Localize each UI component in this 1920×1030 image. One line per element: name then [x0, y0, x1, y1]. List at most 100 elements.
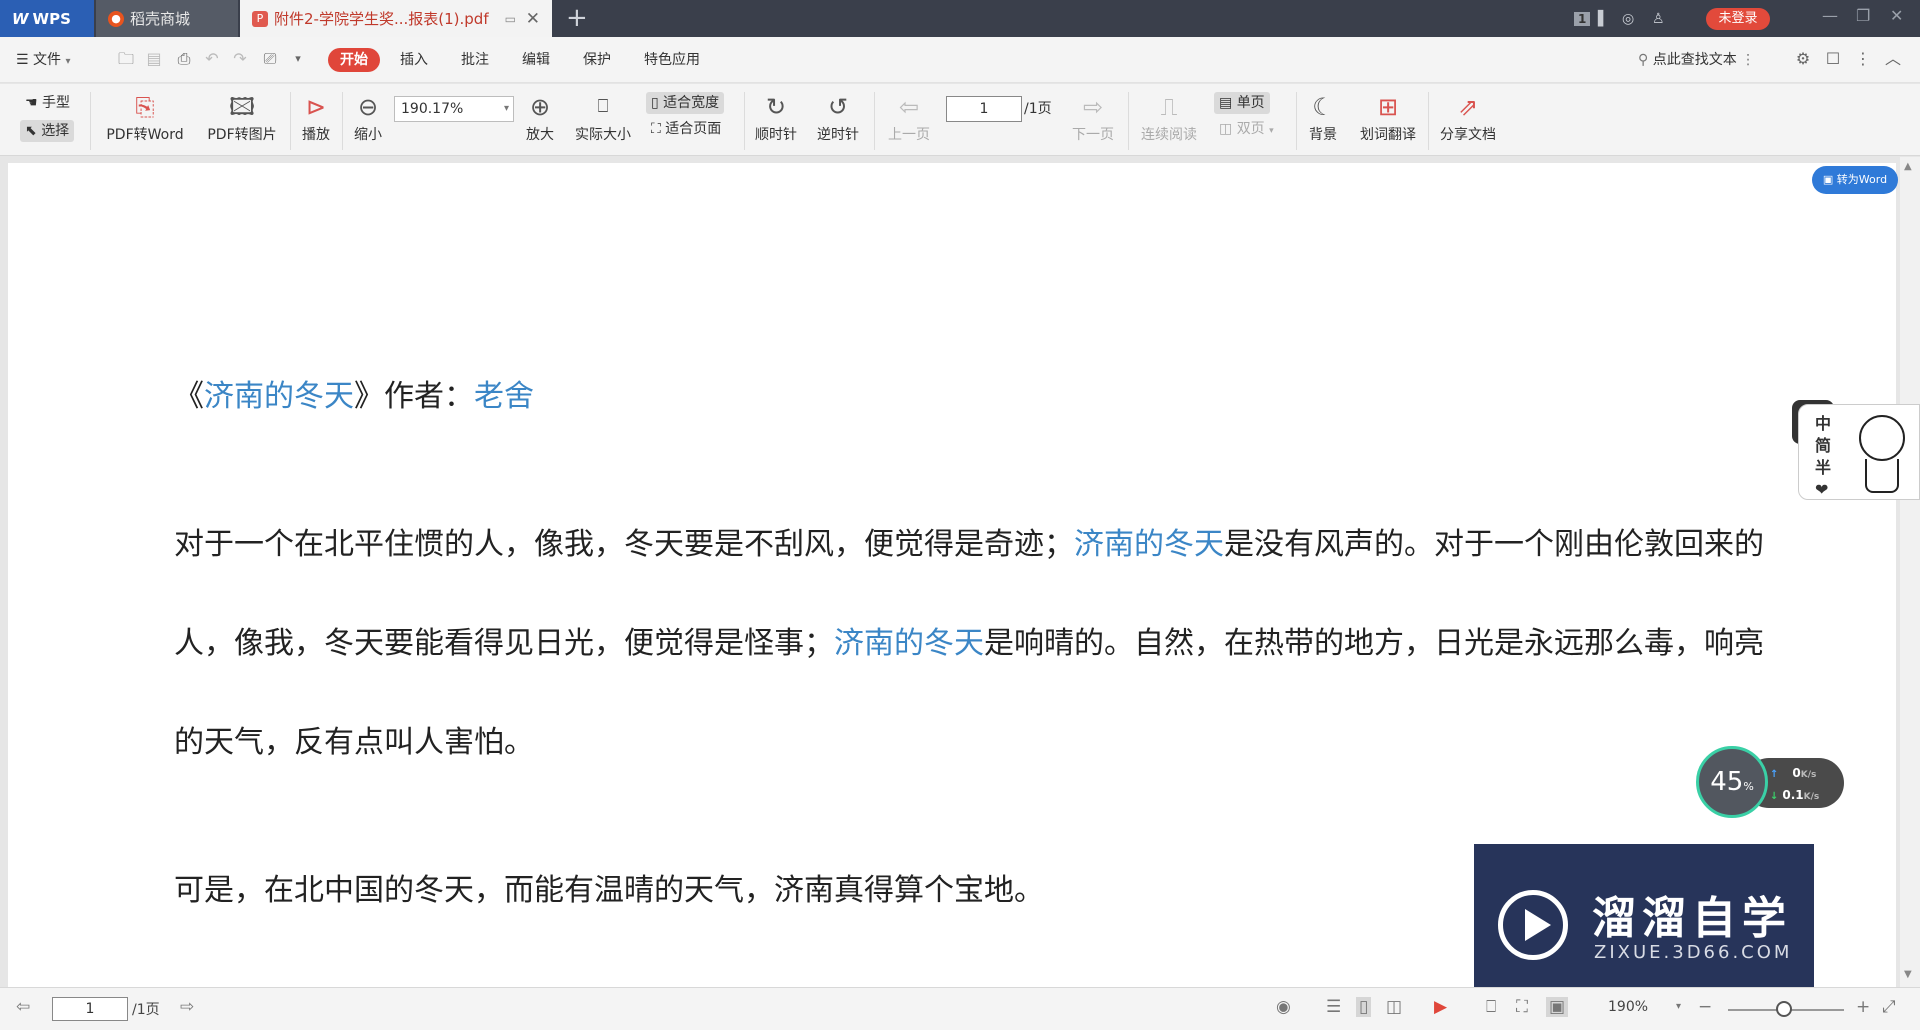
next-page-arrow-icon[interactable]: ⇨: [180, 997, 194, 1017]
tab-wps-home[interactable]: W WPS: [0, 0, 94, 37]
zoom-in-button[interactable]: ⊕ 放大: [520, 90, 560, 144]
tab-bar: W WPS ● 稻壳商城 P 附件2-学院学生奖...报表(1).pdf ▭ ✕…: [0, 0, 1920, 37]
pdf-to-word-button[interactable]: ⎘ PDF转Word: [102, 90, 188, 144]
fit-width-button[interactable]: ▯ 适合宽度: [646, 92, 725, 114]
upload-speed: ↑ 0K/s: [1770, 766, 1817, 780]
ime-status-widget[interactable]: 中 简 半 ❤: [1798, 404, 1920, 500]
menu-tab-insert[interactable]: 插入: [400, 48, 428, 72]
zoom-level-select[interactable]: 190.17% ▾: [394, 96, 514, 122]
export-icon[interactable]: ⎚: [260, 49, 280, 69]
fit-page-status-icon[interactable]: ⛶: [1516, 997, 1528, 1017]
double-page-button[interactable]: ◫ 双页 ▾: [1214, 118, 1279, 140]
zoom-slider-knob[interactable]: [1776, 1001, 1792, 1017]
collapse-ribbon-icon[interactable]: ︿: [1883, 49, 1903, 69]
share-document-button[interactable]: ⇗ 分享文档: [1436, 90, 1500, 144]
continuous-pages-icon: ⎍: [1160, 93, 1178, 121]
share-icon: ⇗: [1457, 93, 1479, 121]
background-button[interactable]: ☾ 背景: [1300, 90, 1346, 144]
shirt-icon[interactable]: ♙: [1652, 0, 1665, 37]
status-page-input[interactable]: 1: [52, 997, 128, 1021]
fullscreen-icon[interactable]: ⤢: [1882, 997, 1896, 1017]
network-speed-widget[interactable]: 45% ↑ 0K/s ↓ 0.1K/s: [1696, 746, 1844, 818]
continuous-view-icon[interactable]: ☰: [1326, 997, 1341, 1017]
next-page-button[interactable]: ⇨ 下一页: [1068, 90, 1118, 144]
find-text-button[interactable]: ⚲ 点此查找文本 ⋮: [1638, 48, 1755, 72]
title-link[interactable]: 济南的冬天: [204, 379, 354, 414]
rotate-clockwise-button[interactable]: ↻ 顺时针: [750, 90, 802, 144]
paragraph-line: 可是，在北中国的冬天，而能有温晴的天气，济南真得算个宝地。: [174, 873, 1044, 908]
close-window-icon[interactable]: ✕: [1890, 6, 1903, 25]
new-tab-button[interactable]: +: [566, 4, 588, 32]
tab-docer-mall[interactable]: ● 稻壳商城: [96, 0, 238, 37]
actual-size-button[interactable]: ⎕ 实际大小: [568, 90, 638, 144]
cartoon-avatar-icon: [1859, 415, 1905, 461]
menu-tab-features[interactable]: 特色应用: [644, 48, 700, 72]
rotate-cw-icon: ↻: [765, 93, 787, 121]
menu-tab-start[interactable]: 开始: [328, 48, 380, 72]
monitor-icon[interactable]: ▭: [505, 12, 516, 26]
fit-width-status-icon[interactable]: ▣: [1546, 997, 1569, 1017]
arrow-up-icon: ↑: [1770, 769, 1779, 780]
rotate-counterclockwise-button[interactable]: ↺ 逆时针: [812, 90, 864, 144]
author-link[interactable]: 老舍: [474, 379, 534, 414]
play-button[interactable]: ⊳ 播放: [296, 90, 336, 144]
restore-icon[interactable]: ❐: [1856, 6, 1870, 25]
open-folder-icon[interactable]: 🗀: [116, 49, 136, 69]
vertical-scrollbar[interactable]: ▲ ▼: [1900, 157, 1920, 987]
double-page-icon: ◫: [1219, 121, 1233, 137]
menu-tab-annotate[interactable]: 批注: [461, 48, 489, 72]
save-icon[interactable]: ▤: [144, 49, 164, 69]
menu-tab-edit[interactable]: 编辑: [522, 48, 550, 72]
actual-size-status-icon[interactable]: ⎕: [1486, 997, 1496, 1017]
select-tool-button[interactable]: ⬉ 选择: [20, 120, 75, 142]
ribbon-divider: [342, 92, 343, 150]
page-number-input[interactable]: 1: [946, 96, 1022, 122]
minimize-icon[interactable]: —: [1822, 6, 1838, 25]
continuous-reading-button[interactable]: ⎍ 连续阅读: [1136, 90, 1202, 144]
file-menu[interactable]: ☰ 文件 ▾: [16, 48, 71, 72]
fit-page-button[interactable]: ⛶ 适合页面: [646, 118, 726, 140]
print-icon[interactable]: ⎙: [174, 49, 194, 69]
comment-icon[interactable]: ☐: [1823, 49, 1843, 69]
play-logo-icon: [1498, 890, 1568, 960]
close-tab-icon[interactable]: ✕: [526, 9, 540, 29]
watermark-logo: 溜溜自学 ZIXUE.3D66.COM: [1474, 844, 1814, 1004]
hand-tool-button[interactable]: ☚ 手型: [20, 92, 75, 114]
eye-protection-icon[interactable]: ◉: [1276, 997, 1291, 1017]
hamburger-icon: ☰: [16, 52, 34, 68]
word-translate-button[interactable]: ⊞ 划词翻译: [1356, 90, 1420, 144]
skin-icon[interactable]: ◎: [1622, 0, 1634, 37]
double-view-icon[interactable]: ◫: [1386, 997, 1402, 1017]
window-count-badge[interactable]: 1 ▐: [1574, 0, 1603, 37]
login-button[interactable]: 未登录: [1706, 8, 1770, 30]
play-slideshow-icon[interactable]: ▶: [1434, 997, 1447, 1017]
prev-page-button[interactable]: ⇦ 上一页: [884, 90, 934, 144]
inline-link[interactable]: 济南的冬天: [1074, 527, 1224, 562]
redo-icon[interactable]: ↷: [230, 49, 250, 69]
status-zoom-value[interactable]: 190%: [1608, 999, 1648, 1015]
single-view-icon[interactable]: ▯: [1356, 997, 1372, 1017]
prev-page-arrow-icon[interactable]: ⇦: [16, 997, 30, 1017]
chevron-down-icon: ▾: [503, 103, 509, 114]
settings-icon[interactable]: ⚙: [1793, 49, 1813, 69]
ribbon-divider: [290, 92, 291, 150]
more-menu-icon[interactable]: ⋮: [1853, 49, 1873, 69]
single-page-button[interactable]: ▤ 单页: [1214, 92, 1270, 114]
scroll-up-icon[interactable]: ▲: [1904, 161, 1912, 172]
ribbon-divider: [744, 92, 745, 150]
pdf-file-icon: P: [252, 10, 268, 27]
scroll-down-icon[interactable]: ▼: [1904, 969, 1912, 980]
undo-icon[interactable]: ↶: [202, 49, 222, 69]
zoom-plus-icon[interactable]: +: [1856, 997, 1870, 1017]
menu-tab-protect[interactable]: 保护: [583, 48, 611, 72]
download-speed: ↓ 0.1K/s: [1770, 788, 1820, 802]
zoom-minus-icon[interactable]: −: [1698, 997, 1712, 1017]
inline-link[interactable]: 济南的冬天: [834, 626, 984, 661]
convert-to-word-badge[interactable]: ▣ 转为Word: [1812, 166, 1898, 194]
tab-pdf-document[interactable]: P 附件2-学院学生奖...报表(1).pdf ▭ ✕: [240, 0, 552, 37]
quick-access-dropdown-icon[interactable]: ▾: [288, 49, 308, 69]
pdf-to-image-button[interactable]: 🖾 PDF转图片: [202, 90, 282, 144]
zoom-dropdown-icon[interactable]: ▾: [1676, 1001, 1681, 1012]
fit-width-icon: ▯: [651, 95, 659, 111]
zoom-out-button[interactable]: ⊖ 缩小: [348, 90, 388, 144]
